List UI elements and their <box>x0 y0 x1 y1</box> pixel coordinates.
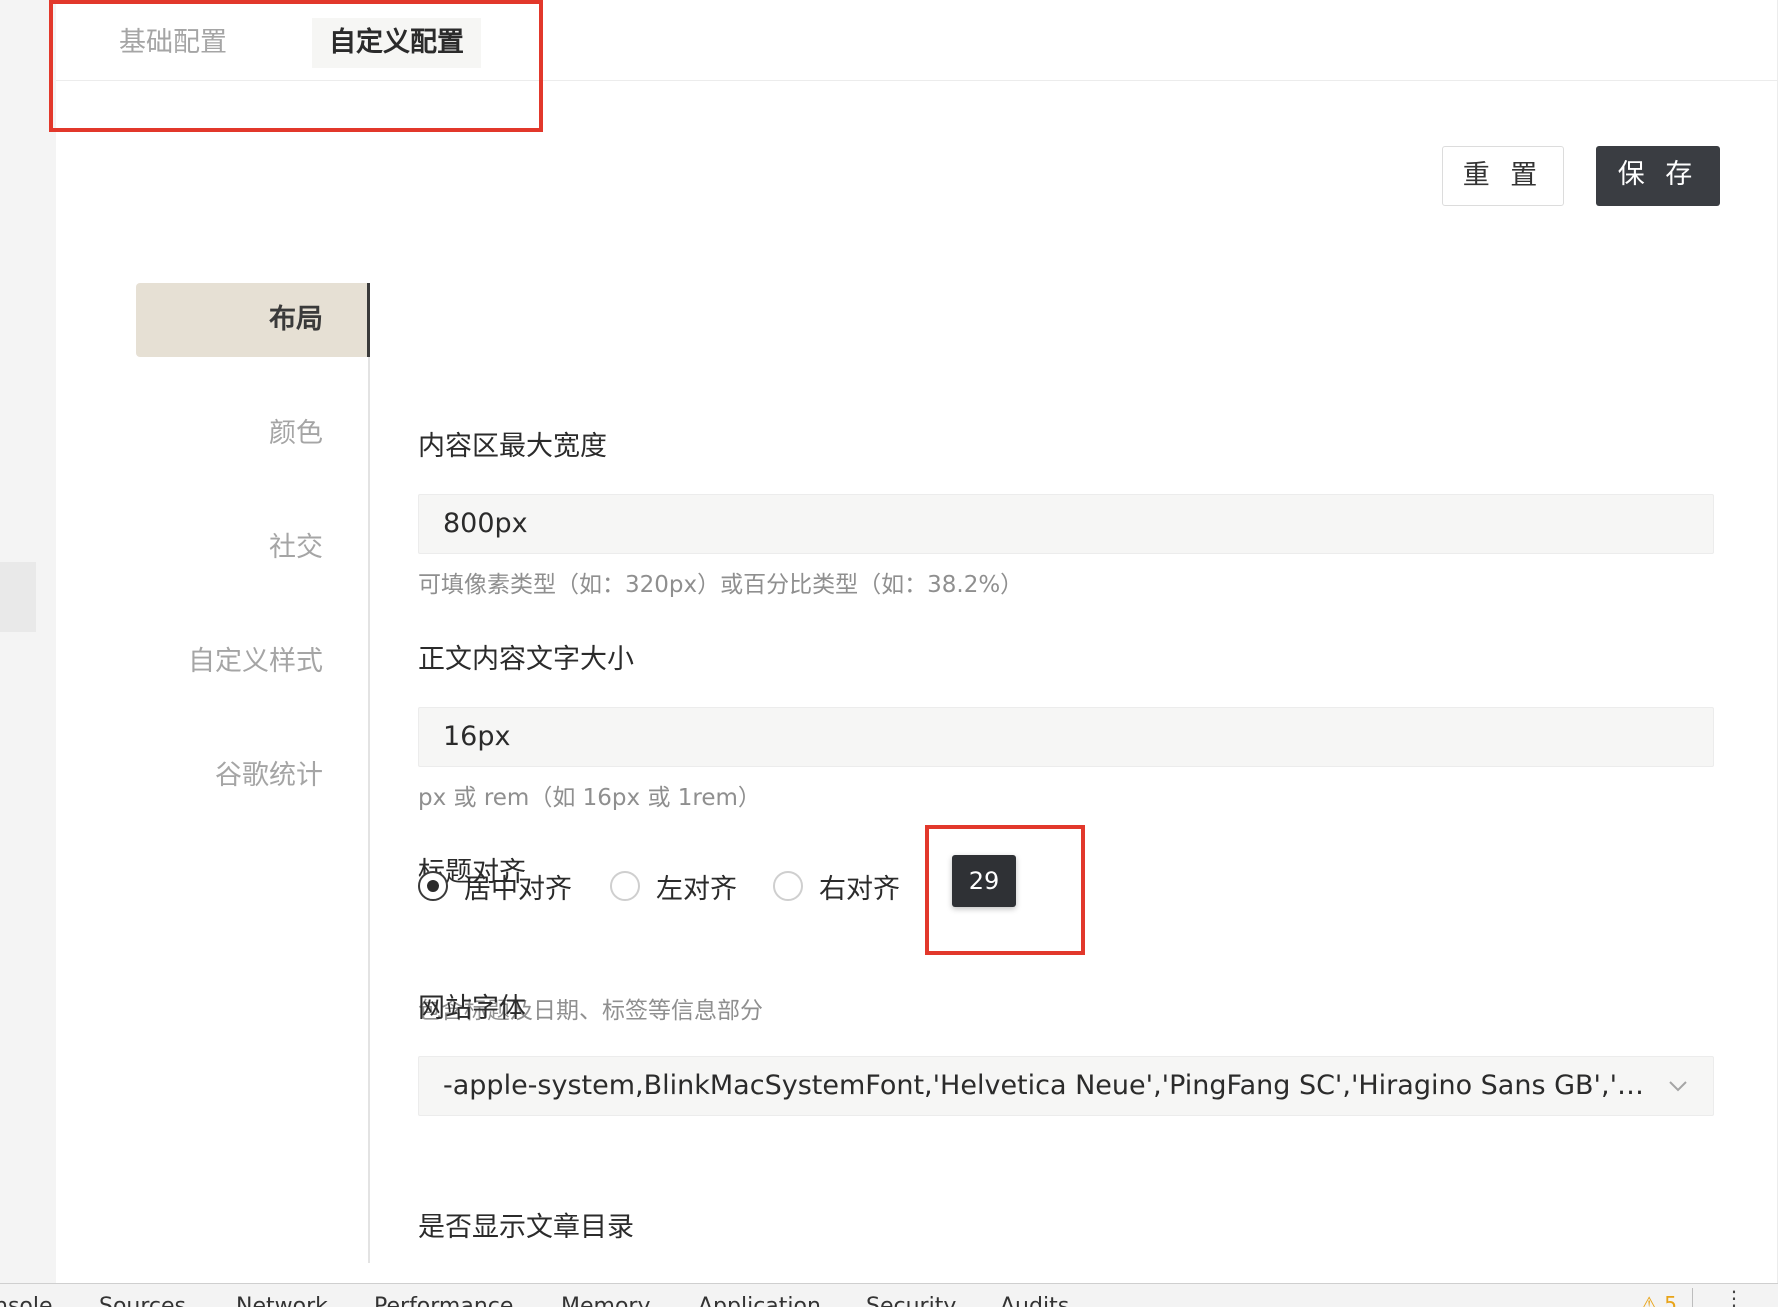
config-tabs: 基础配置 自定义配置 <box>56 0 1778 81</box>
max-width-hint: 可填像素类型（如：320px）或百分比类型（如：38.2%） <box>418 572 1024 598</box>
side-nav-divider <box>368 283 370 1263</box>
side-nav-item-color[interactable]: 颜色 <box>136 397 369 471</box>
side-nav-item-google-analytics[interactable]: 谷歌统计 <box>136 739 369 813</box>
font-size-label: 正文内容文字大小 <box>418 644 634 675</box>
radio-label: 居中对齐 <box>464 873 572 905</box>
radio-checked-icon <box>418 871 448 901</box>
font-size-hint: px 或 rem（如 16px 或 1rem） <box>418 785 761 811</box>
devtools-separator <box>1692 1288 1693 1307</box>
devtools-tab-security[interactable]: Security <box>866 1294 956 1307</box>
show-toc-label: 是否显示文章目录 <box>418 1212 634 1243</box>
radio-align-center[interactable]: 居中对齐 <box>418 868 572 905</box>
tab-custom-config[interactable]: 自定义配置 <box>312 18 481 68</box>
max-width-input[interactable]: 800px <box>418 494 1714 554</box>
more-menu-icon[interactable]: ⋮ <box>1724 1286 1744 1307</box>
devtools-tab-network[interactable]: Network <box>236 1294 328 1307</box>
radio-align-right[interactable]: 右对齐 <box>773 868 900 905</box>
side-nav-item-layout[interactable]: 布局 <box>136 283 369 357</box>
radio-label: 右对齐 <box>819 873 900 905</box>
radio-align-left[interactable]: 左对齐 <box>610 868 737 905</box>
radio-unchecked-icon <box>610 871 640 901</box>
left-panel-tab[interactable] <box>0 562 36 632</box>
save-button[interactable]: 保 存 <box>1596 146 1720 206</box>
devtools-tab-console[interactable]: nsole <box>0 1294 53 1307</box>
site-font-select[interactable]: -apple-system,BlinkMacSystemFont,'Helvet… <box>418 1056 1714 1116</box>
devtools-tab-bar: nsole Sources Network Performance Memory… <box>0 1283 1778 1307</box>
max-width-label: 内容区最大宽度 <box>418 431 607 462</box>
font-size-input[interactable]: 16px <box>418 707 1714 767</box>
devtools-tab-application[interactable]: Application <box>698 1294 821 1307</box>
tab-basic-config[interactable]: 基础配置 <box>102 18 244 68</box>
side-nav-item-social[interactable]: 社交 <box>136 511 369 585</box>
radio-unchecked-icon <box>773 871 803 901</box>
side-nav-active-indicator <box>367 283 370 357</box>
side-nav-item-custom-style[interactable]: 自定义样式 <box>136 625 369 699</box>
devtools-tab-audits[interactable]: Audits <box>1000 1294 1069 1307</box>
site-font-selected-value: -apple-system,BlinkMacSystemFont,'Helvet… <box>443 1070 1653 1101</box>
left-panel-strip <box>0 0 56 1283</box>
devtools-tab-performance[interactable]: Performance <box>374 1294 513 1307</box>
site-font-label-text: 网站字体 <box>418 993 526 1024</box>
warning-count-icon[interactable]: ⚠ 5 <box>1640 1292 1677 1307</box>
chevron-down-icon <box>1669 1081 1687 1092</box>
reset-button[interactable]: 重 置 <box>1442 146 1564 206</box>
value-tooltip: 29 <box>952 855 1016 907</box>
devtools-tab-sources[interactable]: Sources <box>99 1294 186 1307</box>
radio-label: 左对齐 <box>656 873 737 905</box>
devtools-tab-memory[interactable]: Memory <box>561 1294 650 1307</box>
